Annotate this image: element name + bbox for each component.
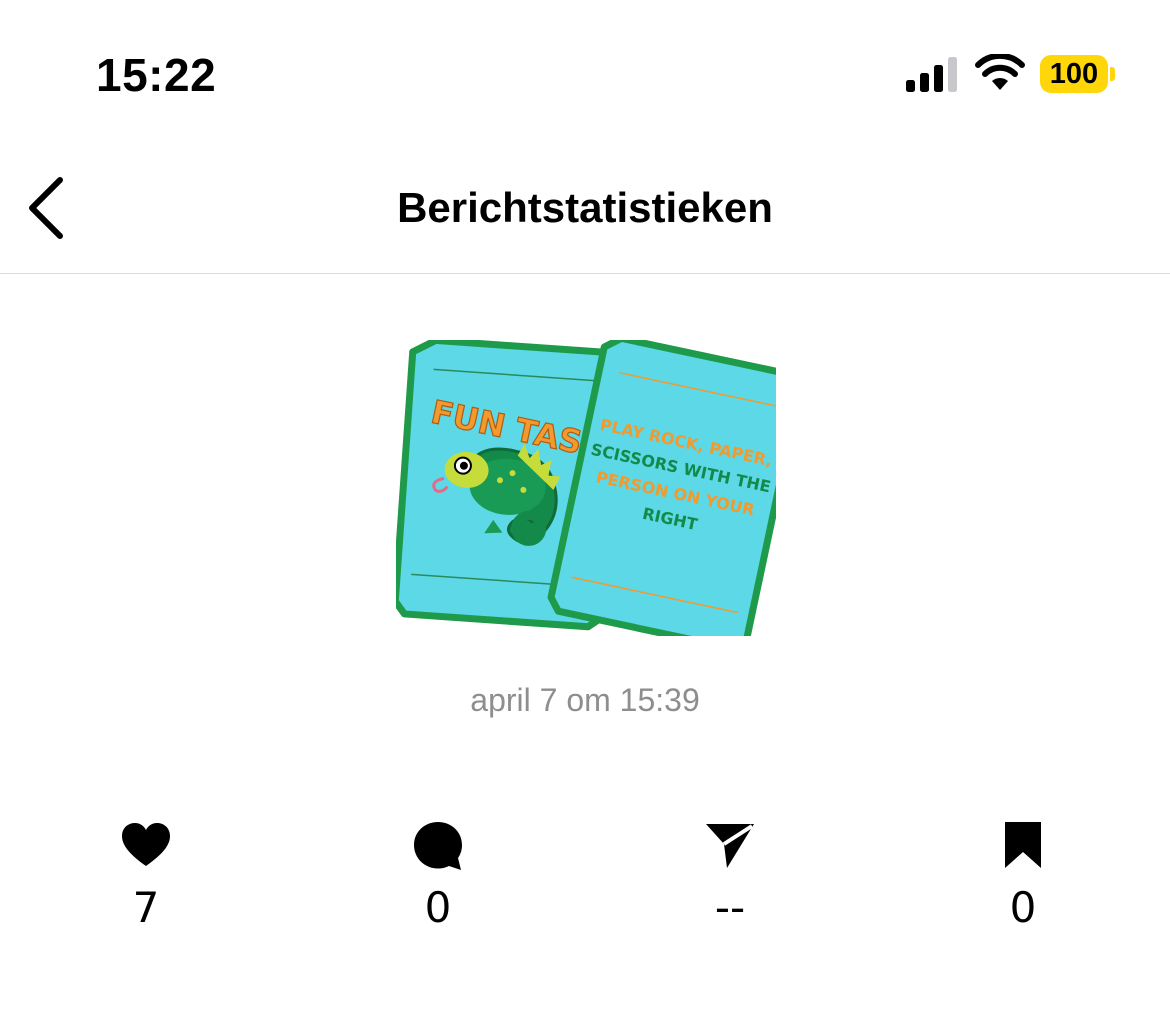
comments-count: 0 [424, 883, 452, 932]
heart-icon [122, 823, 170, 866]
send-icon [706, 824, 754, 868]
signal-icon [906, 57, 957, 92]
saves-count: 0 [1009, 883, 1037, 932]
battery-level: 100 [1049, 58, 1099, 90]
likes-stat[interactable]: 7 [66, 820, 226, 940]
battery-nub [1110, 67, 1115, 81]
bookmark-icon [1005, 822, 1041, 868]
battery-icon: 100 [1040, 55, 1108, 93]
nav-header: Berichtstatistieken [0, 150, 1170, 274]
wifi-icon [975, 54, 1025, 90]
page-title: Berichtstatistieken [397, 184, 773, 231]
status-bar: 15:22 100 [0, 0, 1170, 150]
shares-count: -- [714, 883, 746, 932]
post-thumbnail[interactable]: FUN TASK PLAY ROCK, PAPER, SCISSORS WITH… [396, 340, 776, 636]
post-insights-screen: 15:22 100 Berichtstatistieken FUN TASK P… [0, 0, 1170, 1023]
status-time: 15:22 [96, 49, 217, 101]
likes-count: 7 [132, 883, 160, 932]
shares-stat[interactable]: -- [650, 820, 810, 940]
comments-stat[interactable]: 0 [358, 820, 518, 940]
post-date: april 7 om 15:39 [470, 682, 700, 718]
saves-stat[interactable]: 0 [943, 820, 1103, 940]
comment-icon [414, 822, 462, 870]
